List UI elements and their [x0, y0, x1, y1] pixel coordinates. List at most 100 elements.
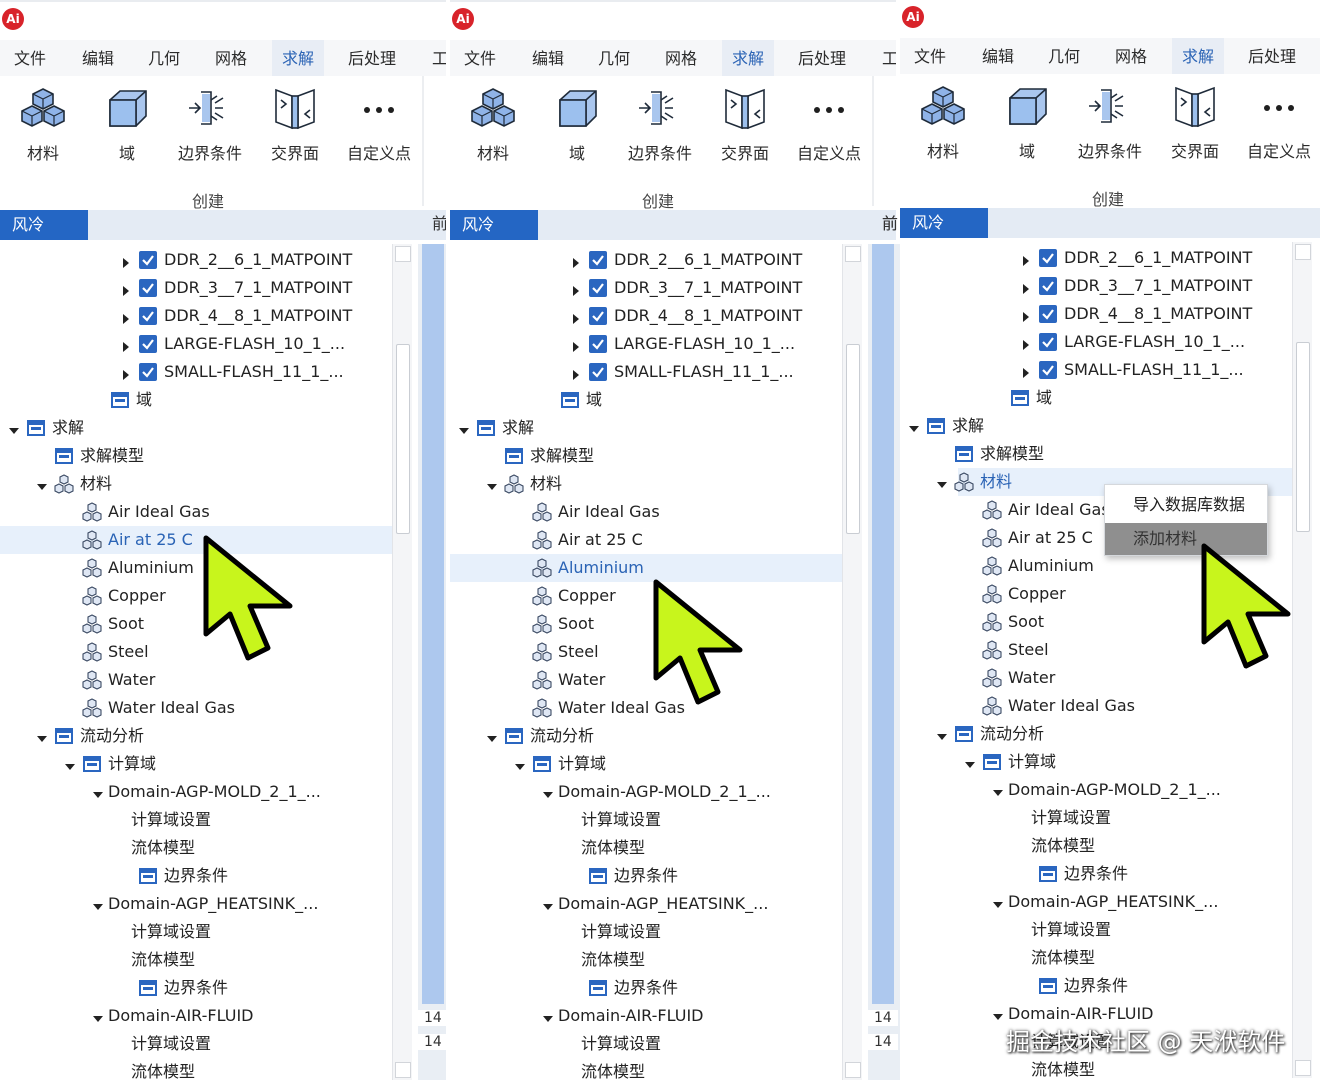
menu-item-3[interactable]: 几何: [148, 40, 180, 76]
expand-arrow-icon[interactable]: [458, 422, 470, 434]
tree-scrollbar[interactable]: [842, 244, 862, 1080]
tree-row-soot[interactable]: Soot: [450, 610, 842, 638]
expand-arrow-icon[interactable]: [992, 784, 1004, 796]
tree-row-item-18[interactable]: 计算域: [900, 748, 1292, 776]
tree-row-item-6[interactable]: 求解: [450, 414, 842, 442]
ribbon-button-3[interactable]: 边界条件: [1070, 84, 1150, 174]
ribbon-button-1[interactable]: 材料: [453, 86, 533, 176]
collapse-arrow-icon[interactable]: [120, 254, 132, 268]
scroll-down-button[interactable]: [1295, 1060, 1311, 1076]
tree-row-item-5[interactable]: 域: [900, 384, 1292, 412]
expand-arrow-icon[interactable]: [8, 422, 20, 434]
menu-item-4[interactable]: 网格: [1115, 38, 1147, 74]
expand-arrow-icon[interactable]: [36, 478, 48, 490]
tree-row-item-28[interactable]: 计算域设置: [450, 1030, 842, 1058]
tab-fengleng[interactable]: 风冷: [900, 208, 988, 238]
tree-row-item-7[interactable]: 求解模型: [450, 442, 842, 470]
menu-item-5[interactable]: 求解: [272, 40, 325, 76]
tree-row-small-flash-11-1[interactable]: SMALL-FLASH_11_1_...: [900, 356, 1292, 384]
tree-row-item-20[interactable]: 计算域设置: [450, 806, 842, 834]
tree-row-item-24[interactable]: 计算域设置: [900, 916, 1292, 944]
checkbox-icon[interactable]: [588, 250, 608, 270]
checkbox-icon[interactable]: [588, 306, 608, 326]
checkbox-icon[interactable]: [1038, 248, 1058, 268]
tree-row-item-7[interactable]: 求解模型: [900, 440, 1292, 468]
tree-row-item-26[interactable]: 边界条件: [900, 972, 1292, 1000]
tree-row-item-21[interactable]: 流体模型: [450, 834, 842, 862]
tree-row-item-8[interactable]: 材料: [450, 470, 842, 498]
ribbon-button-2[interactable]: 域: [537, 86, 617, 176]
ribbon-button-3[interactable]: 边界条件: [620, 86, 700, 176]
tree-row-ddr-3-7-1-matpoint[interactable]: DDR_3__7_1_MATPOINT: [0, 274, 392, 302]
tree-row-item-6[interactable]: 求解: [0, 414, 392, 442]
collapse-arrow-icon[interactable]: [120, 338, 132, 352]
menu-item-1[interactable]: 文件: [914, 38, 946, 74]
checkbox-icon[interactable]: [138, 334, 158, 354]
tree-scrollbar[interactable]: [392, 244, 412, 1080]
tree-row-item-21[interactable]: 流体模型: [900, 832, 1292, 860]
menu-item-1[interactable]: 文件: [464, 40, 496, 76]
tree-row-item-20[interactable]: 计算域设置: [900, 804, 1292, 832]
tree-row-small-flash-11-1[interactable]: SMALL-FLASH_11_1_...: [0, 358, 392, 386]
expand-arrow-icon[interactable]: [92, 786, 104, 798]
tree-row-large-flash-10-1[interactable]: LARGE-FLASH_10_1_...: [450, 330, 842, 358]
tree-row-aluminium[interactable]: Aluminium: [0, 554, 392, 582]
expand-arrow-icon[interactable]: [64, 758, 76, 770]
tree-row-item-22[interactable]: 边界条件: [450, 862, 842, 890]
menu-item-6[interactable]: 后处理: [1248, 38, 1296, 74]
tree-row-water[interactable]: Water: [0, 666, 392, 694]
collapse-arrow-icon[interactable]: [570, 282, 582, 296]
checkbox-icon[interactable]: [138, 250, 158, 270]
checkbox-icon[interactable]: [1038, 276, 1058, 296]
tree-row-item-25[interactable]: 流体模型: [900, 944, 1292, 972]
tree-row-item-20[interactable]: 计算域设置: [0, 806, 392, 834]
scroll-thumb[interactable]: [396, 344, 410, 534]
tree-row-domain-agp-heatsink[interactable]: Domain-AGP_HEATSINK_...: [450, 890, 842, 918]
menu-item-2[interactable]: 编辑: [532, 40, 564, 76]
checkbox-icon[interactable]: [1038, 304, 1058, 324]
ribbon-button-2[interactable]: 域: [987, 84, 1067, 174]
tree-row-item-5[interactable]: 域: [450, 386, 842, 414]
menu-item-6[interactable]: 后处理: [798, 40, 846, 76]
tree-row-item-18[interactable]: 计算域: [0, 750, 392, 778]
tree-row-air-at-25-c[interactable]: Air at 25 C: [450, 526, 842, 554]
expand-arrow-icon[interactable]: [992, 896, 1004, 908]
ribbon-button-4[interactable]: 交界面: [705, 86, 785, 176]
expand-arrow-icon[interactable]: [908, 420, 920, 432]
tree-row-large-flash-10-1[interactable]: LARGE-FLASH_10_1_...: [0, 330, 392, 358]
tree-row-domain-agp-heatsink[interactable]: Domain-AGP_HEATSINK_...: [900, 888, 1292, 916]
tab-fengleng[interactable]: 风冷: [450, 210, 538, 240]
menu-item-5[interactable]: 求解: [722, 40, 775, 76]
tree-row-copper[interactable]: Copper: [0, 582, 392, 610]
ribbon-button-1[interactable]: 材料: [3, 86, 83, 176]
tree-row-item-6[interactable]: 求解: [900, 412, 1292, 440]
scroll-up-button[interactable]: [1295, 244, 1311, 260]
tree-row-item-24[interactable]: 计算域设置: [0, 918, 392, 946]
expand-arrow-icon[interactable]: [92, 1010, 104, 1022]
tree-row-ddr-4-8-1-matpoint[interactable]: DDR_4__8_1_MATPOINT: [0, 302, 392, 330]
collapse-arrow-icon[interactable]: [1020, 252, 1032, 266]
tree-row-item-26[interactable]: 边界条件: [450, 974, 842, 1002]
tree-row-item-28[interactable]: 计算域设置: [0, 1030, 392, 1058]
checkbox-icon[interactable]: [138, 306, 158, 326]
menu-item-7[interactable]: 工: [882, 40, 896, 76]
tree-row-item-22[interactable]: 边界条件: [0, 862, 392, 890]
tree-row-soot[interactable]: Soot: [0, 610, 392, 638]
tree-row-steel[interactable]: Steel: [0, 638, 392, 666]
checkbox-icon[interactable]: [1038, 360, 1058, 380]
scroll-down-button[interactable]: [845, 1062, 861, 1078]
menu-item-7[interactable]: 工: [432, 40, 446, 76]
import-database-menu-item[interactable]: 导入数据库数据: [1105, 489, 1267, 521]
tree-row-item-22[interactable]: 边界条件: [900, 860, 1292, 888]
menu-item-3[interactable]: 几何: [598, 40, 630, 76]
checkbox-icon[interactable]: [138, 362, 158, 382]
tree-row-item-18[interactable]: 计算域: [450, 750, 842, 778]
tree-row-item-17[interactable]: 流动分析: [900, 720, 1292, 748]
tree-row-ddr-4-8-1-matpoint[interactable]: DDR_4__8_1_MATPOINT: [900, 300, 1292, 328]
ribbon-button-3[interactable]: 边界条件: [170, 86, 250, 176]
tree-row-item-8[interactable]: 材料: [0, 470, 392, 498]
ribbon-button-4[interactable]: 交界面: [1155, 84, 1235, 174]
ribbon-button-2[interactable]: 域: [87, 86, 167, 176]
tree-row-water-ideal-gas[interactable]: Water Ideal Gas: [900, 692, 1292, 720]
tree-row-large-flash-10-1[interactable]: LARGE-FLASH_10_1_...: [900, 328, 1292, 356]
